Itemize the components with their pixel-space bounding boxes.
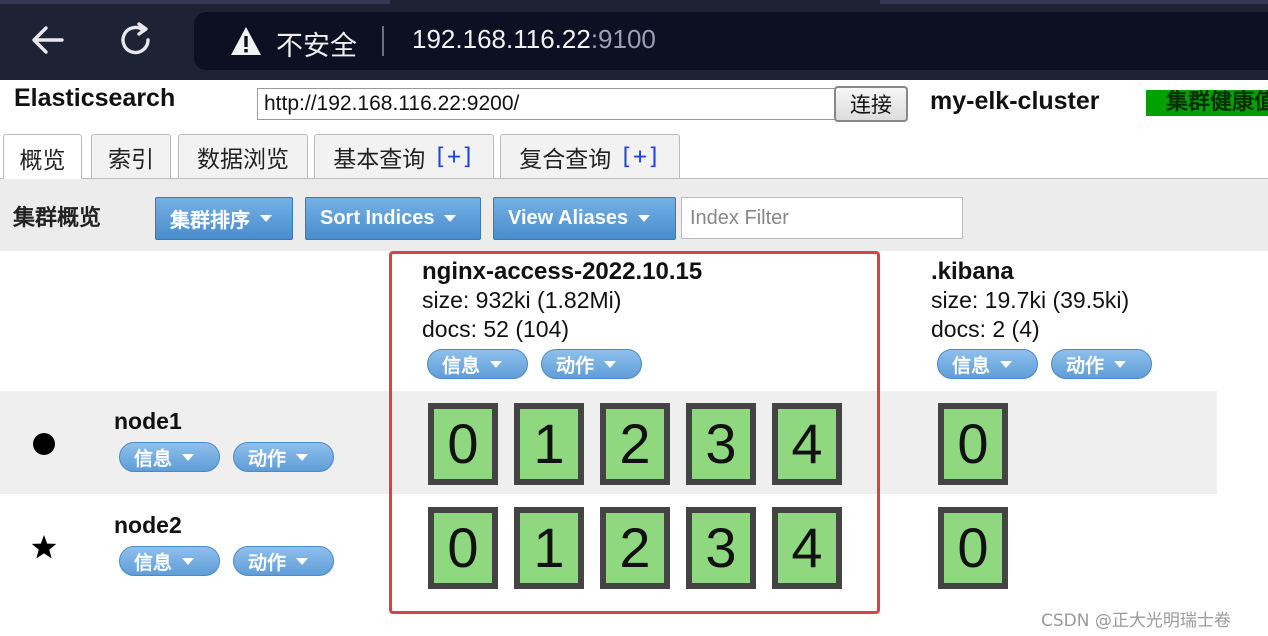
url-host: 192.168.116.22 <box>412 24 591 54</box>
sort-indices-button[interactable]: Sort Indices <box>305 197 481 240</box>
url-port: :9100 <box>590 24 656 54</box>
reload-icon[interactable] <box>114 18 158 62</box>
node-action-button[interactable]: 动作 <box>233 442 334 472</box>
back-arrow-icon[interactable] <box>26 18 70 62</box>
node-action-button[interactable]: 动作 <box>233 546 334 576</box>
index-filter-input[interactable] <box>681 197 963 239</box>
address-url[interactable]: 192.168.116.22:9100 <box>412 24 656 55</box>
index-docs: docs: 2 (4) <box>931 316 1040 342</box>
button-label: 动作 <box>248 551 287 574</box>
index-action-button[interactable]: 动作 <box>1051 349 1152 379</box>
tab-label: 数据浏览 <box>197 146 289 173</box>
button-label: 集群排序 <box>170 210 250 232</box>
node-name: node1 <box>114 408 182 434</box>
chevron-down-icon <box>182 453 195 461</box>
node-info-button[interactable]: 信息 <box>119 546 220 576</box>
tab-label: 复合查询 <box>519 146 612 173</box>
app-title: Elasticsearch <box>14 84 176 112</box>
chevron-down-icon <box>444 215 457 222</box>
shard-number: 0 <box>944 513 1002 583</box>
button-label: 动作 <box>1066 354 1105 377</box>
node-info-button[interactable]: 信息 <box>119 442 220 472</box>
warning-icon[interactable] <box>230 26 262 56</box>
tab-label: 索引 <box>108 146 154 173</box>
tab-label: 基本查询 <box>333 146 426 173</box>
chevron-down-icon <box>182 557 195 565</box>
tab-label: 概览 <box>19 147 66 174</box>
cluster-name: my-elk-cluster <box>930 87 1100 115</box>
index-name: .kibana <box>931 258 1014 285</box>
shard-box[interactable]: 0 <box>938 507 1008 589</box>
tab-basic-query[interactable]: 基本查询 [+] <box>314 134 494 178</box>
server-url-input[interactable] <box>257 88 837 120</box>
address-divider <box>382 26 384 56</box>
tab-strip-left <box>0 0 390 4</box>
node-name: node2 <box>114 512 182 538</box>
chevron-down-icon <box>260 215 272 222</box>
chevron-down-icon <box>638 215 651 222</box>
index-size: size: 19.7ki (39.5ki) <box>931 287 1130 313</box>
chevron-down-icon <box>296 453 309 461</box>
button-label: 信息 <box>134 447 173 470</box>
highlight-box <box>389 251 880 614</box>
chevron-down-icon <box>1000 360 1013 368</box>
tab-add-icon[interactable]: [+] <box>433 144 475 170</box>
button-label: 信息 <box>134 551 173 574</box>
tab-add-icon[interactable]: [+] <box>619 144 661 170</box>
cluster-health-badge: 集群健康值 <box>1146 90 1268 116</box>
cluster-sort-button[interactable]: 集群排序 <box>155 197 293 240</box>
tab-indices[interactable]: 索引 <box>91 134 171 178</box>
button-label: View Aliases <box>508 207 629 229</box>
overview-title: 集群概览 <box>13 206 102 231</box>
address-bar[interactable]: 不安全 192.168.116.22:9100 <box>194 12 1268 70</box>
index-header-kibana: .kibana size: 19.7ki (39.5ki) docs: 2 (4… <box>931 258 1129 344</box>
browser-toolbar: 不安全 192.168.116.22:9100 <box>0 0 1268 80</box>
shard-number: 0 <box>944 409 1002 479</box>
tab-strip-right <box>880 0 1268 4</box>
chevron-down-icon <box>296 557 309 565</box>
connect-button[interactable]: 连接 <box>834 86 908 122</box>
tab-overview[interactable]: 概览 <box>3 134 82 180</box>
tab-complex-query[interactable]: 复合查询 [+] <box>500 134 680 178</box>
chevron-down-icon <box>1114 360 1127 368</box>
index-info-button[interactable]: 信息 <box>937 349 1038 379</box>
master-dot-icon <box>33 433 55 455</box>
button-label: 动作 <box>248 447 287 470</box>
shard-box[interactable]: 0 <box>938 403 1008 485</box>
watermark: CSDN @正大光明瑞士卷 <box>1041 611 1231 631</box>
button-label: 信息 <box>952 354 991 377</box>
star-icon <box>31 535 57 559</box>
view-aliases-button[interactable]: View Aliases <box>493 197 676 240</box>
not-secure-label[interactable]: 不安全 <box>276 24 357 63</box>
tab-browser[interactable]: 数据浏览 <box>178 134 308 178</box>
button-label: Sort Indices <box>320 207 435 229</box>
